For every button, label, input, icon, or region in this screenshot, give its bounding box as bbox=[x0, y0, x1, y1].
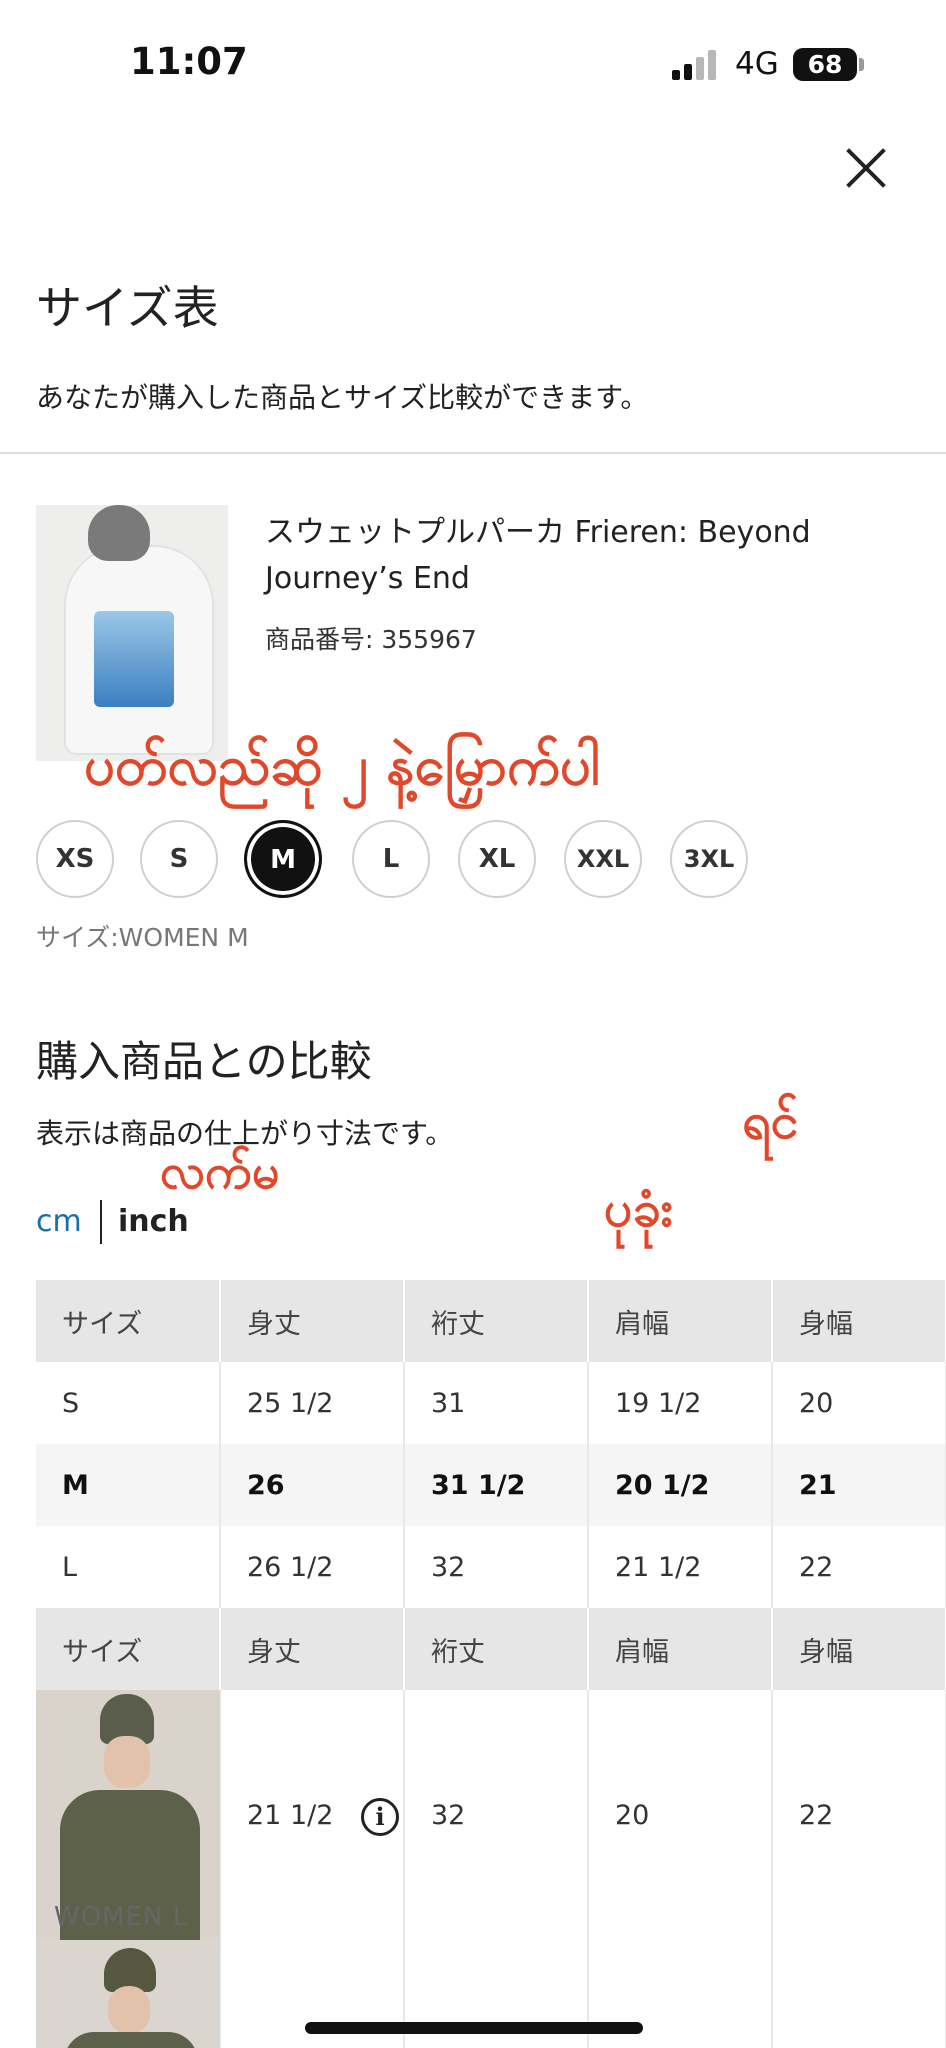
table-cell: L bbox=[36, 1526, 221, 1608]
size-table: サイズ 身丈 裄丈 肩幅 身幅 S 25 1/2 31 19 1/2 20 M … bbox=[36, 1280, 946, 2048]
table-cell: 20 bbox=[588, 1690, 773, 1940]
table-cell: M bbox=[36, 1444, 221, 1526]
table-header-cell: 身丈 bbox=[220, 1608, 405, 1690]
page-title: サイズ表 bbox=[36, 281, 219, 335]
table-header-cell: 裄丈 bbox=[404, 1608, 589, 1690]
table-header-row: サイズ 身丈 裄丈 肩幅 身幅 bbox=[36, 1280, 946, 1362]
compare-row: WOMEN L 21 1/2 i 32 20 22 bbox=[36, 1690, 946, 1940]
signal-icon bbox=[672, 48, 722, 80]
annotation-shoulder-note: ပုခုံး bbox=[604, 1180, 674, 1238]
divider bbox=[0, 452, 946, 454]
table-cell: 26 bbox=[220, 1444, 405, 1526]
table-row: S 25 1/2 31 19 1/2 20 bbox=[36, 1362, 946, 1444]
size-chip-xxl[interactable]: XXL bbox=[564, 820, 642, 898]
table-cell: 32 bbox=[404, 1690, 589, 1940]
page-subtitle: あなたが購入した商品とサイズ比較ができます。 bbox=[36, 381, 649, 414]
product-image bbox=[36, 505, 228, 761]
compare-header-row: サイズ 身丈 裄丈 肩幅 身幅 bbox=[36, 1608, 946, 1690]
size-chip-xl[interactable]: XL bbox=[458, 820, 536, 898]
table-header-cell: サイズ bbox=[36, 1608, 221, 1690]
table-header-cell: サイズ bbox=[36, 1280, 221, 1362]
size-chip-s[interactable]: S bbox=[140, 820, 218, 898]
table-cell: 22 bbox=[772, 1690, 946, 1940]
table-cell: 19 1/2 bbox=[588, 1362, 773, 1444]
table-cell: 21 1/2 bbox=[588, 1526, 773, 1608]
selected-size-caption: サイズ:WOMEN M bbox=[36, 923, 249, 952]
table-row-selected: M 26 31 1/2 20 1/2 21 bbox=[36, 1444, 946, 1526]
unit-cm-link[interactable]: cm bbox=[36, 1204, 82, 1239]
size-selector: XS S M L XL XXL 3XL bbox=[36, 820, 796, 900]
table-cell bbox=[772, 1940, 946, 2048]
network-type: 4G bbox=[735, 46, 779, 82]
table-cell: 31 bbox=[404, 1362, 589, 1444]
table-cell: 26 1/2 bbox=[220, 1526, 405, 1608]
comparison-title: 購入商品との比較 bbox=[36, 1037, 372, 1086]
table-cell-value: 21 1/2 bbox=[247, 1799, 334, 1831]
info-icon[interactable]: i bbox=[361, 1798, 399, 1836]
table-cell: 31 1/2 bbox=[404, 1444, 589, 1526]
table-cell: 32 bbox=[404, 1526, 589, 1608]
table-cell: S bbox=[36, 1362, 221, 1444]
table-header-cell: 肩幅 bbox=[588, 1608, 773, 1690]
table-header-cell: 身丈 bbox=[220, 1280, 405, 1362]
annotation-inch-note: လက်မ bbox=[160, 1144, 280, 1200]
table-cell: 20 bbox=[772, 1362, 946, 1444]
product-code: 商品番号: 355967 bbox=[265, 625, 477, 654]
size-chip-m[interactable]: M bbox=[244, 820, 322, 898]
size-chip-l[interactable]: L bbox=[352, 820, 430, 898]
size-chip-xs[interactable]: XS bbox=[36, 820, 114, 898]
annotation-chest-note: ရင် bbox=[742, 1092, 799, 1150]
table-header-cell: 裄丈 bbox=[404, 1280, 589, 1362]
status-time: 11:07 bbox=[130, 40, 248, 83]
model-size-label: WOMEN L bbox=[54, 1902, 189, 1932]
battery-tip bbox=[859, 58, 864, 71]
table-cell: 22 bbox=[772, 1526, 946, 1608]
table-cell: 21 bbox=[772, 1444, 946, 1526]
model-photo: WOMEN L bbox=[36, 1690, 220, 1940]
model-cell: WOMEN L bbox=[36, 1690, 221, 1940]
close-icon[interactable] bbox=[838, 140, 894, 196]
product-name: スウェットプルパーカ Frieren: Beyond Journey’s End bbox=[265, 515, 811, 596]
table-row: L 26 1/2 32 21 1/2 22 bbox=[36, 1526, 946, 1608]
table-header-cell: 肩幅 bbox=[588, 1280, 773, 1362]
table-cell: 20 1/2 bbox=[588, 1444, 773, 1526]
table-header-cell: 身幅 bbox=[772, 1280, 946, 1362]
table-header-cell: 身幅 bbox=[772, 1608, 946, 1690]
home-indicator bbox=[305, 2022, 643, 2034]
annotation-multiply-note: ပတ်လည်ဆို ၂ နဲ့မြှောက်ပါ bbox=[84, 734, 600, 797]
size-chip-3xl[interactable]: 3XL bbox=[670, 820, 748, 898]
table-cell: 21 1/2 i bbox=[220, 1690, 405, 1940]
table-cell: 25 1/2 bbox=[220, 1362, 405, 1444]
unit-separator bbox=[100, 1200, 102, 1244]
model-photo bbox=[36, 1940, 220, 2048]
model-cell bbox=[36, 1940, 221, 2048]
status-bar: 11:07 4G 68 bbox=[0, 0, 946, 120]
battery-icon: 68 bbox=[793, 48, 857, 81]
